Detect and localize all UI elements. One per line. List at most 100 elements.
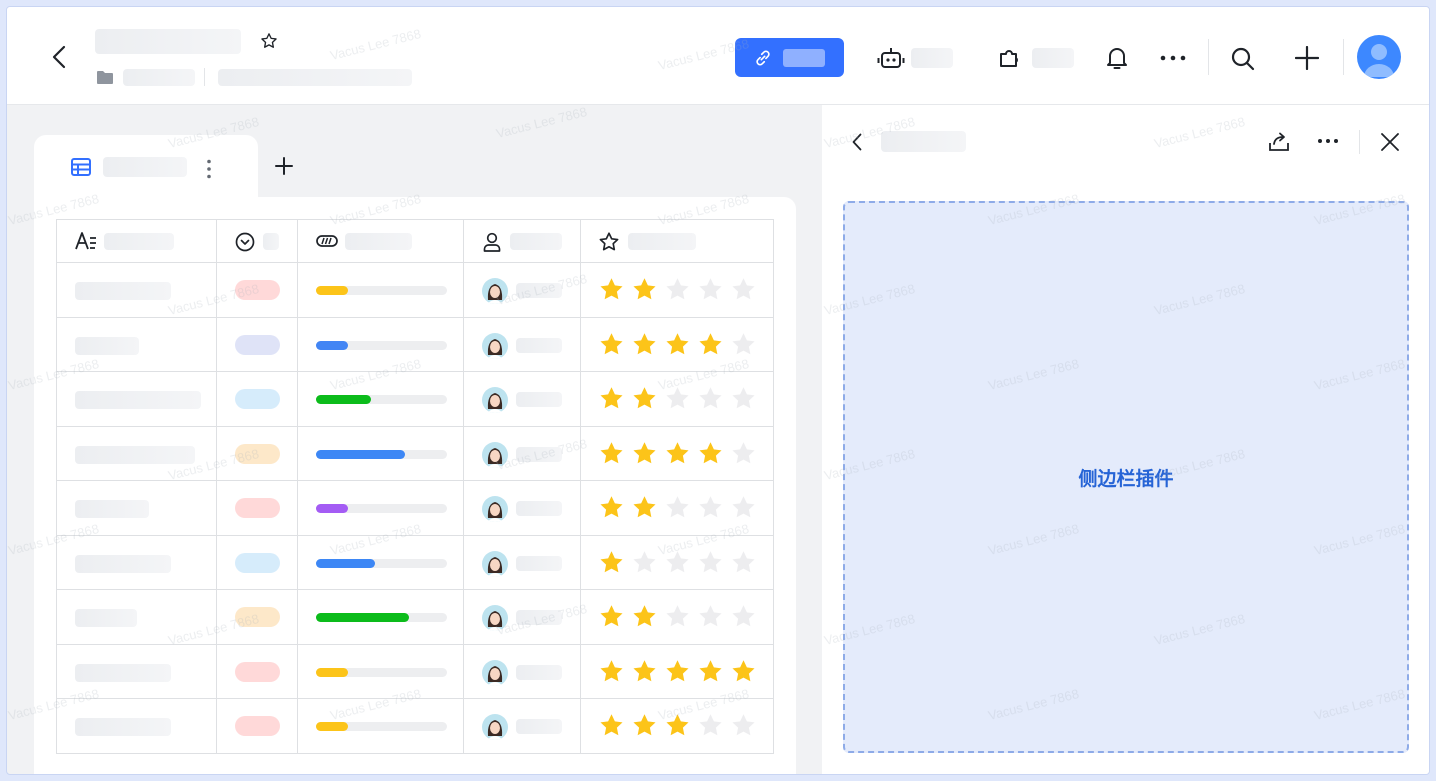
panel-back-icon[interactable] (849, 131, 865, 153)
cell-status[interactable] (216, 426, 298, 481)
cell-progress[interactable] (297, 481, 465, 536)
star-empty-icon[interactable] (664, 603, 691, 630)
avatar[interactable] (1357, 35, 1401, 79)
star-filled-icon[interactable] (664, 331, 691, 358)
cell-person[interactable] (464, 590, 582, 645)
cell-progress[interactable] (297, 317, 465, 372)
cell-rating[interactable] (581, 590, 775, 645)
cell-person[interactable] (464, 263, 582, 318)
puzzle-icon[interactable] (996, 44, 1024, 72)
header-status-field[interactable] (216, 220, 298, 263)
star-filled-icon[interactable] (598, 440, 625, 467)
cell-progress[interactable] (297, 535, 465, 590)
star-filled-icon[interactable] (631, 331, 658, 358)
cell-person[interactable] (464, 644, 582, 699)
star-filled-icon[interactable] (631, 385, 658, 412)
cell-text[interactable] (57, 535, 217, 590)
star-empty-icon[interactable] (730, 385, 757, 412)
cell-rating[interactable] (581, 372, 775, 427)
robot-icon[interactable] (876, 44, 906, 72)
tab-more-icon[interactable] (204, 157, 214, 181)
table-row[interactable] (57, 644, 775, 699)
table-row[interactable] (57, 263, 775, 318)
star-filled-icon[interactable] (664, 658, 691, 685)
cell-text[interactable] (57, 372, 217, 427)
cell-rating[interactable] (581, 535, 775, 590)
share-link-button[interactable] (735, 38, 844, 77)
star-outline-icon[interactable] (259, 31, 279, 51)
cell-progress[interactable] (297, 263, 465, 318)
star-filled-icon[interactable] (598, 549, 625, 576)
table-row[interactable] (57, 535, 775, 590)
star-empty-icon[interactable] (730, 276, 757, 303)
header-rating-field[interactable] (581, 220, 775, 263)
star-filled-icon[interactable] (631, 494, 658, 521)
cell-person[interactable] (464, 317, 582, 372)
star-empty-icon[interactable] (697, 494, 724, 521)
star-filled-icon[interactable] (664, 440, 691, 467)
star-empty-icon[interactable] (697, 276, 724, 303)
star-empty-icon[interactable] (697, 549, 724, 576)
star-filled-icon[interactable] (697, 440, 724, 467)
cell-progress[interactable] (297, 644, 465, 699)
cell-status[interactable] (216, 317, 298, 372)
star-empty-icon[interactable] (664, 276, 691, 303)
cell-text[interactable] (57, 699, 217, 754)
header-text-field[interactable] (57, 220, 217, 263)
cell-status[interactable] (216, 372, 298, 427)
table-row[interactable] (57, 317, 775, 372)
star-filled-icon[interactable] (598, 603, 625, 630)
cell-person[interactable] (464, 535, 582, 590)
star-filled-icon[interactable] (598, 658, 625, 685)
breadcrumb-path[interactable] (218, 69, 412, 86)
star-filled-icon[interactable] (598, 494, 625, 521)
star-empty-icon[interactable] (664, 385, 691, 412)
cell-text[interactable] (57, 644, 217, 699)
table-row[interactable] (57, 481, 775, 536)
share-icon[interactable] (1267, 131, 1291, 153)
star-filled-icon[interactable] (631, 658, 658, 685)
star-filled-icon[interactable] (631, 603, 658, 630)
star-empty-icon[interactable] (697, 712, 724, 739)
cell-rating[interactable] (581, 426, 775, 481)
cell-person[interactable] (464, 699, 582, 754)
star-empty-icon[interactable] (730, 440, 757, 467)
plus-icon[interactable] (1294, 45, 1320, 71)
cell-person[interactable] (464, 426, 582, 481)
cell-progress[interactable] (297, 426, 465, 481)
cell-progress[interactable] (297, 372, 465, 427)
cell-status[interactable] (216, 535, 298, 590)
star-empty-icon[interactable] (730, 603, 757, 630)
add-tab-icon[interactable] (274, 156, 294, 176)
star-empty-icon[interactable] (730, 549, 757, 576)
sidebar-plugin-area[interactable]: 侧边栏插件 (843, 201, 1409, 753)
star-filled-icon[interactable] (598, 712, 625, 739)
table-row[interactable] (57, 426, 775, 481)
cell-status[interactable] (216, 699, 298, 754)
breadcrumb-folder[interactable] (123, 69, 195, 86)
star-filled-icon[interactable] (697, 658, 724, 685)
cell-rating[interactable] (581, 644, 775, 699)
star-filled-icon[interactable] (664, 712, 691, 739)
table-row[interactable] (57, 372, 775, 427)
star-empty-icon[interactable] (697, 385, 724, 412)
star-filled-icon[interactable] (631, 276, 658, 303)
star-empty-icon[interactable] (730, 712, 757, 739)
cell-status[interactable] (216, 263, 298, 318)
star-filled-icon[interactable] (697, 331, 724, 358)
bell-icon[interactable] (1104, 45, 1130, 71)
cell-status[interactable] (216, 590, 298, 645)
star-empty-icon[interactable] (664, 549, 691, 576)
cell-text[interactable] (57, 481, 217, 536)
cell-progress[interactable] (297, 590, 465, 645)
table-row[interactable] (57, 590, 775, 645)
star-empty-icon[interactable] (631, 549, 658, 576)
star-filled-icon[interactable] (598, 385, 625, 412)
star-filled-icon[interactable] (598, 331, 625, 358)
star-empty-icon[interactable] (730, 331, 757, 358)
cell-rating[interactable] (581, 263, 775, 318)
cell-text[interactable] (57, 263, 217, 318)
star-filled-icon[interactable] (598, 276, 625, 303)
star-empty-icon[interactable] (730, 494, 757, 521)
cell-rating[interactable] (581, 317, 775, 372)
